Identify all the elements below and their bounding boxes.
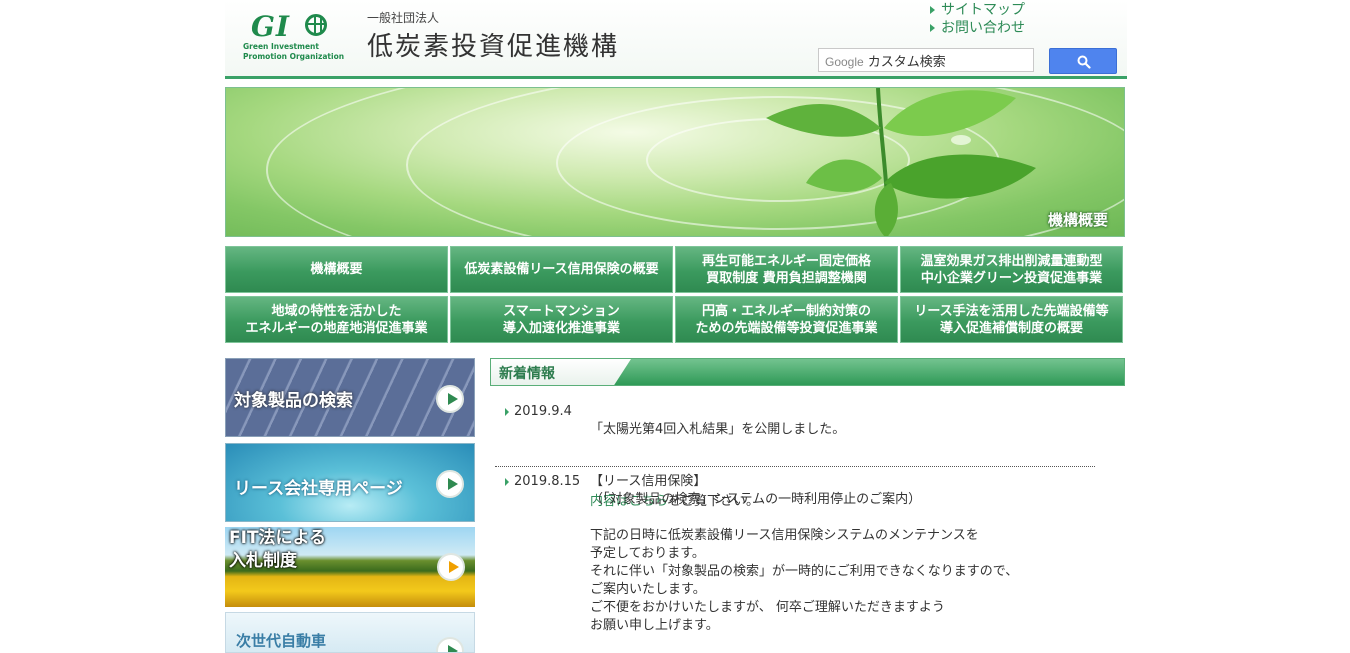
org-type: 一般社団法人	[367, 11, 440, 25]
nav-local-energy[interactable]: 地域の特性を活かした エネルギーの地産地消促進事業	[225, 296, 448, 343]
nav-lease-insurance[interactable]: 低炭素設備リース信用保険の概要	[450, 246, 673, 293]
gio-logo[interactable]: GI Green Investment Promotion Organizati…	[241, 8, 351, 64]
play-icon	[436, 637, 464, 652]
nav-feed-in-tariff[interactable]: 再生可能エネルギー固定価格 買取制度 費用負担調整機関	[675, 246, 898, 293]
play-icon	[437, 553, 465, 581]
lease-company-banner[interactable]: リース会社専用ページ	[225, 443, 475, 522]
product-search-banner[interactable]: 対象製品の検索	[225, 358, 475, 437]
nav-organization[interactable]: 機構概要	[225, 246, 448, 293]
fit-auction-banner[interactable]: FIT法による 入札制度	[225, 527, 475, 607]
nav-advanced-equipment[interactable]: 円高・エネルギー制約対策の ための先端設備等投資促進事業	[675, 296, 898, 343]
banner-label: 機構概要	[1047, 211, 1108, 229]
globe-icon	[305, 14, 327, 36]
next-gen-vehicle-banner[interactable]: 次世代自動車	[225, 612, 475, 653]
search-button[interactable]	[1049, 48, 1117, 74]
nav-green-investment[interactable]: 温室効果ガス排出削減量連動型 中小企業グリーン投資促進事業	[900, 246, 1123, 293]
logo-mark: GI	[251, 10, 291, 43]
news-item: 2019.9.4 「太陽光第4回入札結果」を公開しました。 内容はこちらをご覧下…	[495, 403, 1115, 509]
news-date: 2019.8.15	[505, 473, 580, 491]
main-nav: 機構概要 低炭素設備リース信用保険の概要 再生可能エネルギー固定価格 買取制度 …	[225, 246, 1125, 344]
news-header: 新着情報	[490, 358, 1125, 386]
news-divider	[495, 466, 1095, 467]
contact-link[interactable]: お問い合わせ	[930, 19, 1025, 37]
logo-tagline: Green Investment Promotion Organization	[243, 42, 345, 61]
bullet-icon	[505, 477, 509, 486]
google-brand: Google	[825, 55, 864, 69]
lease-company-label: リース会社専用ページ	[234, 479, 403, 499]
news-item: 2019.8.15 【リース信用保険】 （「対象製品の検索」システムの一時利用停…	[495, 473, 1115, 643]
top-links: サイトマップ お問い合わせ	[930, 1, 1025, 37]
page: GI Green Investment Promotion Organizati…	[225, 0, 1127, 653]
site-header: GI Green Investment Promotion Organizati…	[225, 0, 1127, 79]
nav-lease-compensation[interactable]: リース手法を活用した先端設備等 導入促進補償制度の概要	[900, 296, 1123, 343]
hero-banner: 機構概要	[225, 87, 1125, 237]
fit-auction-label: FIT法による 入札制度	[229, 528, 327, 571]
product-search-label: 対象製品の検索	[234, 391, 353, 411]
next-gen-vehicle-label: 次世代自動車	[236, 632, 327, 650]
arrow-icon	[930, 24, 935, 32]
news-body: 【リース信用保険】 （「対象製品の検索」システムの一時利用停止のご案内） 下記の…	[590, 474, 1019, 633]
leaf-image	[766, 88, 1036, 236]
play-icon	[436, 470, 464, 498]
arrow-icon	[930, 6, 935, 14]
sitemap-link[interactable]: サイトマップ	[930, 1, 1025, 19]
nav-smart-mansion[interactable]: スマートマンション 導入加速化推進事業	[450, 296, 673, 343]
search-input[interactable]: Google カスタム検索	[818, 48, 1034, 72]
search-placeholder: カスタム検索	[867, 54, 946, 69]
news-date: 2019.9.4	[505, 403, 572, 421]
bullet-icon	[505, 407, 509, 416]
play-icon	[436, 385, 464, 413]
news-title: 新着情報	[499, 366, 555, 382]
org-name: 低炭素投資促進機構	[367, 32, 620, 62]
search-icon	[1077, 55, 1091, 69]
